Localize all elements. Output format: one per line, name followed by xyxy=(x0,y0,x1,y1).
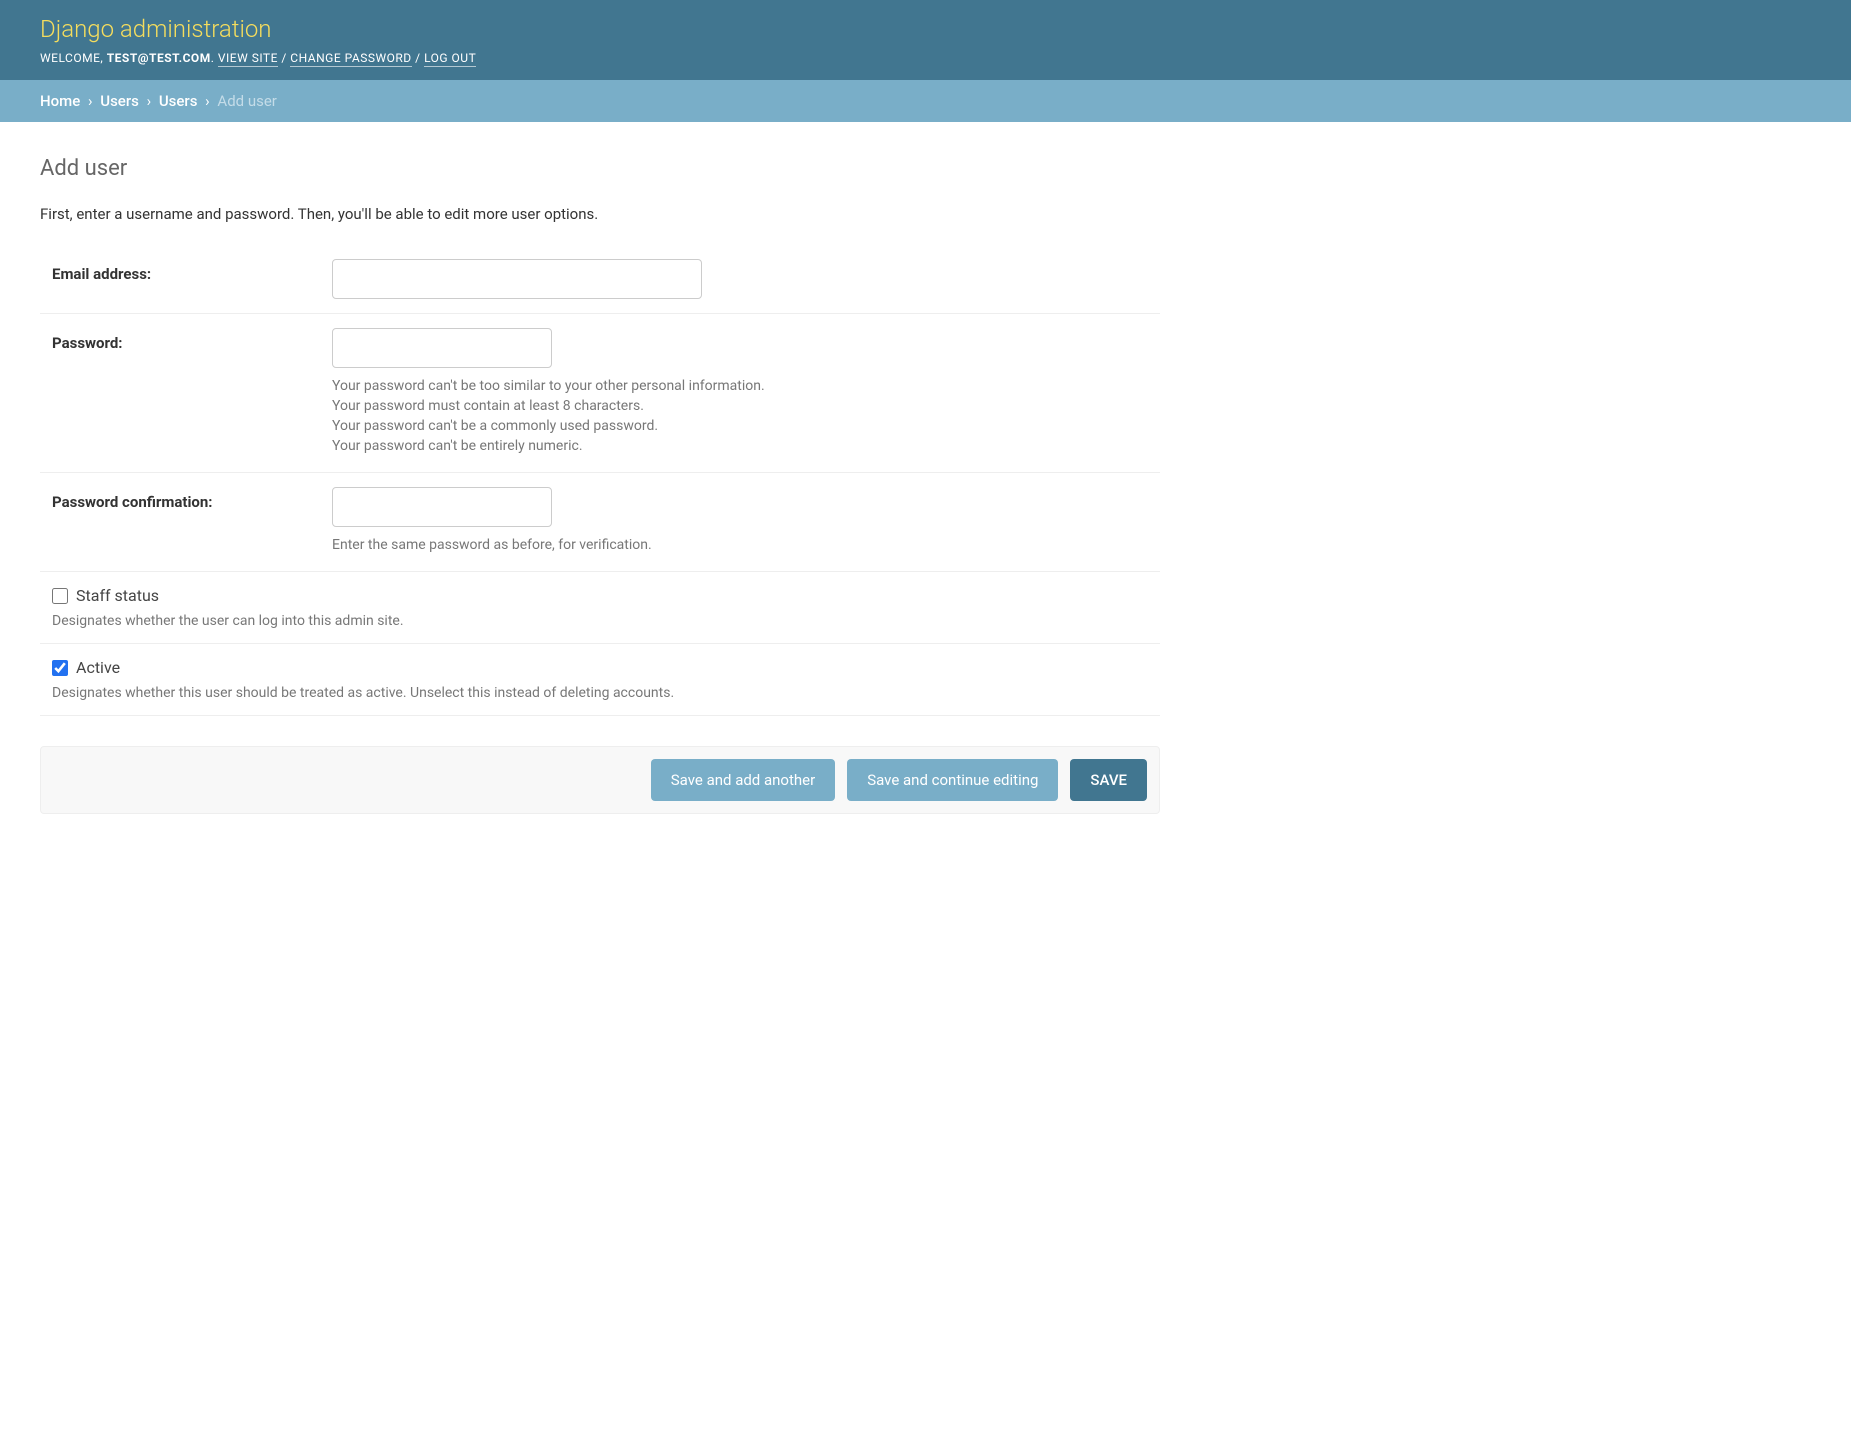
breadcrumb-current: Add user xyxy=(217,92,276,110)
password-confirm-label: Password confirmation: xyxy=(52,487,332,511)
staff-status-checkbox[interactable] xyxy=(52,588,68,604)
password-help: Your password can't be too similar to yo… xyxy=(332,378,1148,454)
email-field[interactable] xyxy=(332,259,702,299)
log-out-link[interactable]: LOG OUT xyxy=(424,51,476,67)
staff-status-label[interactable]: Staff status xyxy=(76,586,159,605)
breadcrumb-app[interactable]: Users xyxy=(100,92,139,110)
password-confirm-field[interactable] xyxy=(332,487,552,527)
change-password-link[interactable]: CHANGE PASSWORD xyxy=(290,51,411,67)
save-continue-button[interactable]: Save and continue editing xyxy=(847,759,1058,801)
breadcrumb-model[interactable]: Users xyxy=(159,92,198,110)
user-tools: WELCOME, TEST@TEST.COM. VIEW SITE / CHAN… xyxy=(40,51,1811,65)
save-button[interactable]: SAVE xyxy=(1070,759,1147,801)
password-field[interactable] xyxy=(332,328,552,368)
admin-header: Django administration WELCOME, TEST@TEST… xyxy=(0,0,1851,80)
breadcrumb-home[interactable]: Home xyxy=(40,92,80,110)
email-label: Email address: xyxy=(52,259,332,283)
site-title: Django administration xyxy=(40,15,1811,43)
active-label[interactable]: Active xyxy=(76,658,120,677)
current-user: TEST@TEST.COM xyxy=(107,51,211,65)
active-help: Designates whether this user should be t… xyxy=(52,685,1148,701)
password-confirm-help: Enter the same password as before, for v… xyxy=(332,537,1148,553)
active-checkbox[interactable] xyxy=(52,660,68,676)
welcome-prefix: WELCOME, xyxy=(40,51,107,65)
password-label: Password: xyxy=(52,328,332,352)
page-intro: First, enter a username and password. Th… xyxy=(40,205,1160,223)
submit-row: Save and add another Save and continue e… xyxy=(40,746,1160,814)
staff-status-help: Designates whether the user can log into… xyxy=(52,613,1148,629)
view-site-link[interactable]: VIEW SITE xyxy=(218,51,278,67)
page-title: Add user xyxy=(40,156,1160,181)
save-add-another-button[interactable]: Save and add another xyxy=(651,759,835,801)
breadcrumb: Home › Users › Users › Add user xyxy=(0,80,1851,122)
